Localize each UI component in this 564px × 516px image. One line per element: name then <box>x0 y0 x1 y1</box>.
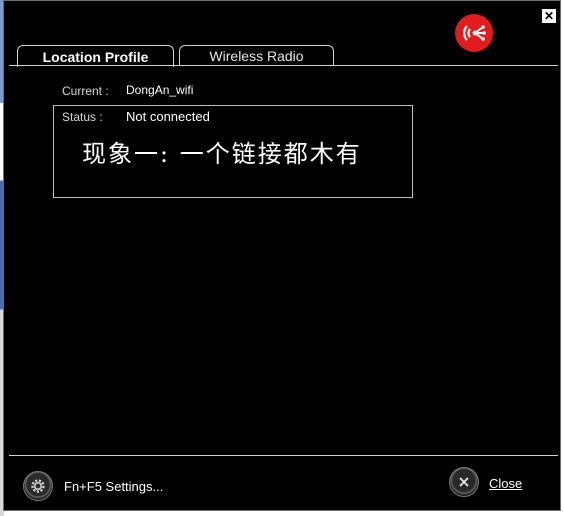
status-value: Not connected <box>126 109 210 124</box>
close-button[interactable] <box>449 467 479 497</box>
wireless-manager-window: ✕ Location Profile Wireless Radio Curren… <box>3 0 561 511</box>
gear-icon <box>31 479 45 493</box>
status-label: Status : <box>62 110 103 124</box>
wireless-logo-icon <box>455 14 493 52</box>
close-icon: ✕ <box>543 9 555 23</box>
tab-divider <box>9 65 558 66</box>
footer-divider <box>9 455 558 456</box>
close-icon <box>459 477 469 487</box>
settings-button[interactable] <box>23 471 53 501</box>
tab-location-profile-label: Location Profile <box>42 48 149 65</box>
tab-location-profile[interactable]: Location Profile <box>17 45 174 67</box>
current-profile-label: Current : <box>62 84 109 98</box>
annotation-text: 现象一: 一个链接都木有 <box>82 140 362 168</box>
window-close-button[interactable]: ✕ <box>542 9 556 23</box>
tab-wireless-radio-label: Wireless Radio <box>209 48 304 64</box>
close-button-label[interactable]: Close <box>489 476 522 491</box>
settings-button-label[interactable]: Fn+F5 Settings... <box>64 479 163 494</box>
tab-wireless-radio[interactable]: Wireless Radio <box>179 45 334 66</box>
current-profile-value: DongAn_wifi <box>126 83 194 97</box>
